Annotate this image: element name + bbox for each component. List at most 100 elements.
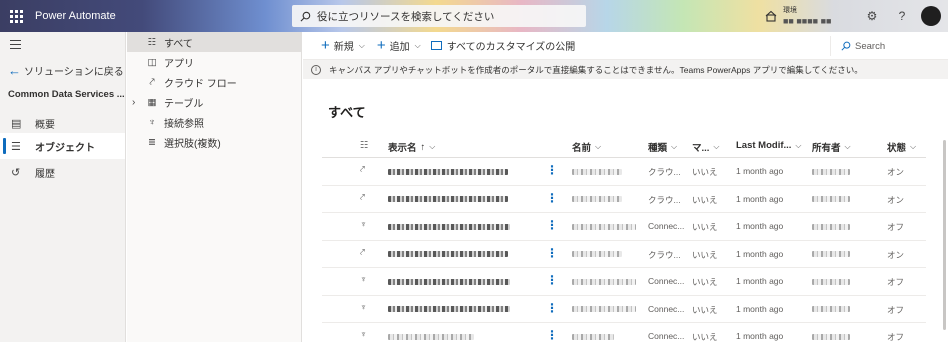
table-row[interactable]: ♆ ⋮ Connec... いいえ 1 month ago オフ <box>322 323 926 342</box>
chevron-down-icon: ⌵ <box>910 142 917 151</box>
status-cell: オン <box>887 167 905 177</box>
chevron-down-icon: ⌵ <box>671 142 678 151</box>
flow-icon: ⤤ <box>360 191 366 202</box>
objects-table: ☷ 表示名 ↑ ⌵ 名前 ⌵ 種類 ⌵ マ... ⌵ Last Modif...… <box>322 132 926 342</box>
redacted-display-name[interactable] <box>388 331 474 341</box>
table-row[interactable]: ⤤ ⋮ クラウ... いいえ 1 month ago オン <box>322 241 926 268</box>
flow-icon: ⤤ <box>360 246 366 257</box>
managed-cell: いいえ <box>692 222 718 232</box>
redacted-name <box>572 249 622 259</box>
redacted-display-name[interactable] <box>388 166 508 176</box>
nav-item-label: 概要 <box>35 119 55 131</box>
left-navigation: ← ソリューションに戻る Common Data Services ... ▤ … <box>0 32 126 342</box>
column-header-status[interactable]: 状態 ⌵ <box>887 140 916 154</box>
app-launcher-icon[interactable] <box>0 0 32 32</box>
object-search-label: Search <box>855 40 886 52</box>
column-header-label: Last Modif... <box>736 140 792 151</box>
environment-picker[interactable]: 環境 ■■ ■■■■ ■■ <box>765 5 832 27</box>
more-options-icon[interactable]: ⋮ <box>546 329 558 341</box>
column-header-managed[interactable]: マ... ⌵ <box>692 140 720 154</box>
plug-icon: ♆ <box>360 301 367 312</box>
help-icon[interactable]: ? <box>894 8 910 24</box>
more-options-icon[interactable]: ⋮ <box>546 192 558 204</box>
managed-cell: いいえ <box>692 167 718 177</box>
user-avatar[interactable] <box>921 6 941 26</box>
publish-all-button[interactable]: すべてのカスタマイズの公開 <box>430 38 575 53</box>
more-options-icon[interactable]: ⋮ <box>546 164 558 176</box>
object-search-box[interactable]: Search <box>830 36 948 56</box>
vertical-scrollbar[interactable] <box>943 140 946 330</box>
redacted-name <box>572 276 636 286</box>
hamburger-menu-icon[interactable] <box>10 40 21 52</box>
global-search-box[interactable]: 役に立つリソースを検索してください <box>292 5 586 27</box>
solution-name: Common Data Services ... <box>8 89 125 100</box>
column-header-label: 種類 <box>648 143 668 154</box>
column-header-name[interactable]: 名前 ⌵ <box>572 140 601 154</box>
redacted-display-name[interactable] <box>388 249 508 259</box>
status-cell: オン <box>887 194 905 205</box>
redacted-display-name[interactable] <box>388 194 508 204</box>
object-tree-item-all[interactable]: ☷ すべて <box>127 32 302 52</box>
modified-cell: 1 month ago <box>736 221 784 231</box>
column-header-display-name[interactable]: 表示名 ↑ ⌵ <box>388 140 435 155</box>
chevron-down-icon: ⌵ <box>358 40 365 50</box>
object-tree-item-connection-references[interactable]: ♆ 接続参照 <box>127 112 302 132</box>
flow-icon: ⤤ <box>149 76 155 88</box>
settings-gear-icon[interactable]: ⚙ <box>864 8 880 24</box>
object-tree-item-apps[interactable]: ◫ アプリ <box>127 52 302 72</box>
object-tree-item-choices[interactable]: ≣ 選択肢(複数) <box>127 132 302 152</box>
more-options-icon[interactable]: ⋮ <box>546 247 558 259</box>
redacted-display-name[interactable] <box>388 304 510 314</box>
column-header-owner[interactable]: 所有者 ⌵ <box>812 140 851 154</box>
object-tree-item-cloud-flows[interactable]: ⤤ クラウド フロー <box>127 72 302 92</box>
object-tree-item-label: アプリ <box>164 58 194 70</box>
back-to-solutions-link[interactable]: ← ソリューションに戻る <box>8 63 124 78</box>
table-row[interactable]: ⤤ ⋮ クラウ... いいえ 1 month ago オン <box>322 158 926 186</box>
app-title[interactable]: Power Automate <box>35 10 116 22</box>
environment-icon <box>765 10 777 22</box>
type-cell: クラウ... <box>648 249 681 260</box>
type-cell: Connec... <box>648 221 685 231</box>
table-row[interactable]: ♆ ⋮ Connec... いいえ 1 month ago オフ <box>322 296 926 323</box>
column-header-last-modified[interactable]: Last Modif... ⌵ <box>736 140 802 151</box>
redacted-display-name[interactable] <box>388 276 510 286</box>
redacted-owner <box>812 331 850 341</box>
add-button-label: 追加 <box>389 42 410 53</box>
chevron-down-icon: ⌵ <box>844 142 851 151</box>
info-icon: i <box>311 64 321 75</box>
nav-item-objects[interactable]: ☰ オブジェクト <box>0 133 125 159</box>
list-icon: ☷ <box>147 36 157 48</box>
back-label: ソリューションに戻る <box>24 67 124 78</box>
column-header-label: マ... <box>692 143 710 154</box>
more-options-icon[interactable]: ⋮ <box>546 274 558 286</box>
column-header-type[interactable]: 種類 ⌵ <box>648 140 677 154</box>
nav-item-history[interactable]: ↺ 履歴 <box>0 159 125 185</box>
add-existing-button[interactable]: + 追加 ⌵ <box>377 38 421 53</box>
table-row[interactable]: ♆ ⋮ Connec... いいえ 1 month ago オフ <box>322 213 926 241</box>
table-row[interactable]: ⤤ ⋮ クラウ... いいえ 1 month ago オン <box>322 186 926 213</box>
nav-item-label: 履歴 <box>35 168 55 180</box>
flow-icon: ⤤ <box>360 164 366 174</box>
table-header: ☷ 表示名 ↑ ⌵ 名前 ⌵ 種類 ⌵ マ... ⌵ Last Modif...… <box>322 132 926 158</box>
info-message-text: キャンバス アプリやチャットボットを作成者のポータルで直接編集することはできませ… <box>329 64 863 75</box>
more-options-icon[interactable]: ⋮ <box>546 219 558 231</box>
object-tree-item-label: クラウド フロー <box>164 78 237 90</box>
more-options-icon[interactable]: ⋮ <box>546 302 558 314</box>
environment-label: 環境 <box>783 7 797 14</box>
type-cell: クラウ... <box>648 167 681 177</box>
top-bar: Power Automate 役に立つリソースを検索してください 環境 ■■ ■… <box>0 0 948 32</box>
object-tree-item-tables[interactable]: › ▦ テーブル <box>127 92 302 112</box>
new-button[interactable]: + 新規 ⌵ <box>321 38 365 53</box>
chevron-down-icon: ⌵ <box>414 40 421 50</box>
redacted-display-name[interactable] <box>388 221 510 231</box>
table-row[interactable]: ♆ ⋮ Connec... いいえ 1 month ago オフ <box>322 268 926 296</box>
object-tree-item-label: すべて <box>164 38 193 50</box>
column-header-label: 所有者 <box>812 143 841 154</box>
status-cell: オフ <box>887 277 905 287</box>
select-all-list-icon[interactable]: ☷ <box>360 140 369 151</box>
sort-ascending-icon: ↑ <box>420 141 426 153</box>
modified-cell: 1 month ago <box>736 193 784 204</box>
redacted-name <box>572 166 622 176</box>
chevron-right-icon[interactable]: › <box>132 97 135 108</box>
status-cell: オフ <box>887 332 905 342</box>
